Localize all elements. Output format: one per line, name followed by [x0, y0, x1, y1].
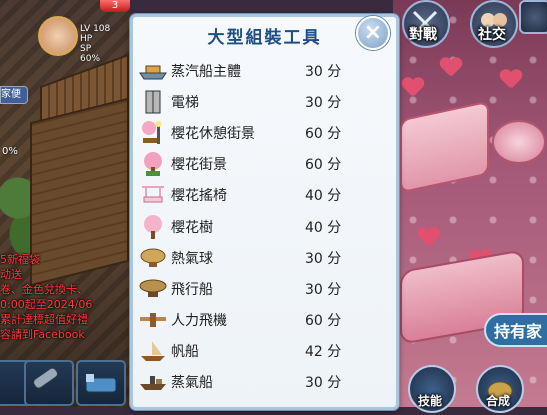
item-name: 蒸氣船 — [171, 375, 213, 392]
item-name: 帆船 — [171, 344, 199, 361]
list-item[interactable]: 蒸汽船主體 30 分 — [138, 55, 378, 86]
hot-air-balloon-icon — [138, 246, 168, 270]
lv-value: 108 — [93, 24, 111, 34]
item-name: 櫻花休憩街景 — [171, 125, 255, 142]
item-name: 蒸汽船主體 — [171, 63, 241, 80]
item-time: 30 分 — [305, 94, 342, 111]
list-item[interactable]: 飛行船 30 分 — [138, 273, 378, 304]
item-time: 30 分 — [305, 375, 342, 392]
home-tag[interactable]: 家便 — [0, 86, 28, 104]
sp-percent: 60% — [80, 54, 101, 64]
steamship-hull-icon — [138, 59, 168, 83]
heart-decoration — [402, 78, 424, 98]
sakura-tree-pot-icon — [138, 152, 168, 177]
item-time: 60 分 — [305, 313, 342, 330]
list-item[interactable]: 熱氣球 30 分 — [138, 242, 378, 273]
list-item[interactable]: 櫻花搖椅 40 分 — [138, 180, 378, 211]
list-item[interactable]: 櫻花樹 40 分 — [138, 211, 378, 242]
skill-label: 技能 — [417, 394, 442, 408]
item-time: 60 分 — [305, 125, 342, 142]
list-item[interactable]: 電梯 30 分 — [138, 86, 378, 117]
close-icon: × — [363, 20, 383, 45]
sp-label: SP — [80, 44, 92, 54]
sakura-swing-chair-icon — [138, 183, 168, 207]
announcement-line: 0:00起至2024/06 — [0, 298, 93, 311]
announcement-text: 5新福袋 动送 卷、金色兌換卡、 0:00起至2024/06 累計達標超值好禮 … — [0, 252, 128, 342]
assembly-item-list: 蒸汽船主體 30 分 電梯 30 分 櫻花休憩街景 60 分 櫻花街景 60 分… — [138, 55, 378, 398]
item-name: 飛行船 — [171, 281, 213, 298]
announcement-line: 容請到Facebook — [0, 328, 85, 341]
inventory-slot-pipe[interactable] — [24, 360, 74, 406]
item-time: 40 分 — [305, 219, 342, 236]
close-button[interactable]: × — [356, 16, 390, 50]
item-name: 電梯 — [171, 94, 199, 111]
list-item[interactable]: 櫻花休憩街景 60 分 — [138, 117, 378, 148]
sakura-tree-icon — [138, 214, 168, 239]
player-avatar[interactable] — [38, 16, 78, 56]
item-time: 60 分 — [305, 157, 342, 174]
game-scene-left — [0, 0, 130, 407]
item-name: 櫻花樹 — [171, 219, 213, 236]
social-label: 社交 — [478, 27, 506, 43]
heart-decoration — [500, 70, 522, 90]
sailboat-icon — [138, 339, 168, 363]
announcement-line: 5新福袋 — [0, 253, 40, 266]
notification-badge: 3 — [100, 0, 130, 12]
inventory-slot-bed[interactable] — [76, 360, 126, 406]
battle-label: 對戰 — [409, 27, 437, 43]
heart-decoration — [440, 58, 462, 78]
item-time: 40 分 — [305, 188, 342, 205]
human-powered-plane-icon — [138, 308, 168, 332]
list-item[interactable]: 櫻花街景 60 分 — [138, 149, 378, 180]
list-item[interactable]: 人力飛機 60 分 — [138, 305, 378, 336]
item-name: 熱氣球 — [171, 250, 213, 267]
compose-label: 合成 — [485, 394, 510, 408]
announcement-line: 卷、金色兌換卡、 — [0, 283, 88, 296]
steamship-icon — [138, 370, 168, 394]
item-time: 30 分 — [305, 281, 342, 298]
heart-decoration — [418, 228, 440, 248]
item-name: 櫻花街景 — [171, 157, 227, 174]
pink-round-table — [492, 120, 546, 164]
pipe-icon — [33, 367, 59, 389]
item-time: 30 分 — [305, 63, 342, 80]
hp-label: HP — [80, 34, 93, 44]
announcement-line: 动送 — [0, 268, 22, 281]
left-percent: 0% — [2, 146, 18, 157]
player-stats: LV 108 HP SP 60% — [80, 24, 110, 64]
sakura-streetlamp-icon — [138, 120, 168, 145]
announcement-line: 累計達標超值好禮 — [0, 313, 88, 326]
item-time: 30 分 — [305, 250, 342, 267]
elevator-icon — [138, 90, 168, 114]
owned-furniture-button[interactable]: 持有家 — [484, 313, 547, 347]
list-item[interactable]: 帆船 42 分 — [138, 336, 378, 367]
airship-icon — [138, 277, 168, 301]
blue-bed-icon — [85, 374, 117, 393]
menu-button[interactable] — [519, 0, 547, 34]
list-item[interactable]: 蒸氣船 30 分 — [138, 367, 378, 398]
item-name: 櫻花搖椅 — [171, 188, 227, 205]
item-time: 42 分 — [305, 344, 342, 361]
item-name: 人力飛機 — [171, 313, 227, 330]
lv-label: LV — [80, 24, 91, 34]
